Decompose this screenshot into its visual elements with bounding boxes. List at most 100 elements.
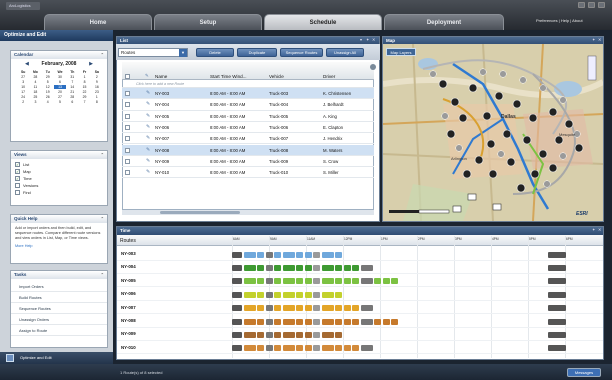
map-layers-button[interactable]: Map Layers	[386, 48, 416, 56]
order-block[interactable]	[352, 264, 359, 271]
order-block[interactable]	[296, 331, 303, 338]
calendar-day[interactable]: 8	[78, 80, 90, 84]
calendar-day[interactable]: 9	[91, 80, 103, 84]
row-checkbox[interactable]	[125, 91, 130, 96]
order-block[interactable]	[335, 251, 342, 258]
minimize-button[interactable]	[578, 2, 585, 8]
task-link[interactable]: Sequence Routes	[11, 303, 107, 314]
order-block[interactable]	[265, 264, 273, 271]
map-canvas[interactable]: Dallas Arlington Mesquite	[382, 43, 605, 222]
depot-block[interactable]	[232, 305, 242, 312]
col-name[interactable]: Name	[155, 74, 167, 79]
order-block[interactable]	[274, 345, 281, 352]
select-all-checkbox[interactable]	[125, 74, 130, 79]
calendar-day[interactable]: 12	[42, 85, 54, 89]
timeline-row[interactable]	[117, 328, 603, 341]
panel-close-icon[interactable]: ✕	[598, 36, 601, 44]
row-checkbox[interactable]	[125, 136, 130, 142]
order-block[interactable]	[296, 305, 303, 312]
pencil-icon[interactable]: ✎	[146, 122, 150, 133]
order-block[interactable]	[243, 264, 256, 271]
depot-block[interactable]	[548, 318, 566, 325]
delete-button[interactable]: Delete	[196, 48, 234, 57]
calendar-day[interactable]: 16	[91, 85, 103, 89]
view-toggle-list[interactable]: ✓ List	[11, 161, 107, 168]
order-block[interactable]	[352, 318, 359, 325]
calendar-day[interactable]: 11	[29, 85, 41, 89]
row-checkbox[interactable]	[125, 102, 130, 108]
order-block[interactable]	[313, 305, 320, 312]
view-toggle-map[interactable]: ✓ Map	[11, 168, 107, 175]
order-block[interactable]	[304, 318, 312, 325]
order-block[interactable]	[257, 251, 264, 258]
order-block[interactable]	[360, 264, 373, 271]
order-block[interactable]	[274, 291, 281, 298]
depot-block[interactable]	[232, 291, 242, 298]
tab-home[interactable]: Home	[44, 14, 152, 30]
order-block[interactable]	[274, 331, 281, 338]
depot-block[interactable]	[548, 264, 566, 271]
table-row[interactable]: ✎ NY-007 8:00 AM - 8:00 AM Truck-007 J. Hend…	[122, 133, 374, 145]
order-block[interactable]	[391, 278, 398, 285]
order-block[interactable]	[343, 305, 351, 312]
order-block[interactable]	[243, 331, 256, 338]
order-block[interactable]	[313, 345, 320, 352]
order-block[interactable]	[296, 264, 303, 271]
order-block[interactable]	[343, 278, 351, 285]
calendar-day[interactable]: 4	[29, 80, 41, 84]
add-route-row[interactable]: Click here to add a new Route	[122, 80, 374, 88]
order-block[interactable]	[382, 318, 390, 325]
next-month-icon[interactable]: ▶	[89, 59, 93, 69]
order-block[interactable]	[313, 264, 320, 271]
checkbox[interactable]	[15, 183, 20, 188]
depot-block[interactable]	[232, 278, 242, 285]
checkbox[interactable]: ✓	[15, 162, 20, 167]
table-row[interactable]: ✎ NY-005 8:00 AM - 8:00 AM Truck-005 A. King	[122, 111, 374, 122]
order-block[interactable]	[313, 331, 320, 338]
table-row[interactable]: ✎ NY-006 8:00 AM - 8:00 AM Truck-006 E. Clap…	[122, 122, 374, 134]
order-block[interactable]	[257, 278, 264, 285]
order-block[interactable]	[243, 305, 256, 312]
depot-block[interactable]	[548, 278, 566, 285]
calendar-day[interactable]: 2	[91, 75, 103, 79]
order-block[interactable]	[321, 345, 334, 352]
depot-block[interactable]	[548, 251, 566, 258]
order-block[interactable]	[265, 345, 273, 352]
order-block[interactable]	[282, 331, 295, 338]
order-block[interactable]	[352, 305, 359, 312]
order-block[interactable]	[296, 278, 303, 285]
calendar-day[interactable]: 22	[78, 90, 90, 94]
list-scrollbar-thumb[interactable]	[160, 211, 240, 214]
pencil-icon[interactable]: ✎	[146, 111, 150, 122]
task-link[interactable]: Unassign Orders	[11, 314, 107, 325]
task-link[interactable]: Build Routes	[11, 292, 107, 303]
calendar-day[interactable]: 3	[29, 100, 41, 104]
order-block[interactable]	[335, 345, 342, 352]
calendar-day[interactable]: 6	[54, 80, 66, 84]
collapse-icon[interactable]: ⌃	[101, 151, 104, 159]
tab-schedule[interactable]: Schedule	[264, 14, 382, 30]
table-row[interactable]: ✎ NY-008 8:00 AM - 8:00 AM Truck-008 M. Wate…	[122, 144, 374, 156]
row-checkbox[interactable]	[125, 124, 130, 130]
order-block[interactable]	[274, 264, 281, 271]
calendar-day[interactable]: 31	[66, 75, 78, 79]
row-checkbox[interactable]	[125, 113, 130, 119]
table-row[interactable]: ✎ NY-003 8:00 AM - 8:00 AM Truck-003 K. Chri…	[122, 88, 374, 100]
calendar-day[interactable]: 4	[42, 100, 54, 104]
order-block[interactable]	[335, 305, 342, 312]
order-block[interactable]	[296, 318, 303, 325]
tab-setup[interactable]: Setup	[154, 14, 262, 30]
row-checkbox[interactable]	[125, 147, 130, 153]
order-block[interactable]	[282, 278, 295, 285]
view-toggle-time[interactable]: ✓ Time	[11, 175, 107, 182]
calendar-header[interactable]: Calendar ⌃	[11, 51, 107, 59]
order-block[interactable]	[313, 291, 320, 298]
pencil-icon[interactable]: ✎	[146, 156, 150, 167]
order-block[interactable]	[274, 318, 281, 325]
order-block[interactable]	[304, 331, 312, 338]
table-row[interactable]: ✎ NY-004 8:00 AM - 8:00 AM Truck-004 J. Belh…	[122, 99, 374, 111]
tasks-header[interactable]: Tasks ⌃	[11, 271, 107, 279]
calendar-day[interactable]: 13	[53, 85, 67, 89]
order-block[interactable]	[335, 291, 342, 298]
panel-settings-icon[interactable]: ✦	[592, 36, 595, 44]
